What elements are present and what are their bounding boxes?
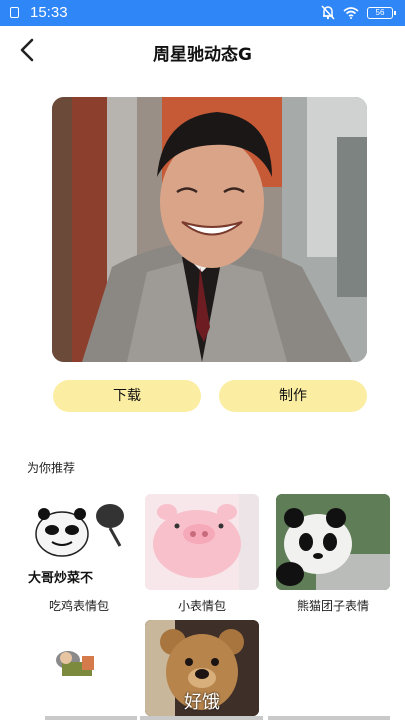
list-item[interactable] xyxy=(145,494,259,590)
download-button[interactable]: 下载 xyxy=(53,380,201,412)
bell-off-icon xyxy=(321,5,335,20)
list-item[interactable]: 大哥炒菜不 xyxy=(22,494,136,590)
meme-text: 大哥炒菜不 xyxy=(28,571,94,586)
pink-pig-image xyxy=(145,494,259,590)
card-caption: 小表情包 xyxy=(177,599,226,613)
sim-icon xyxy=(10,7,19,18)
meme-text: 好饿 xyxy=(184,692,220,713)
divider xyxy=(268,716,390,720)
make-button[interactable]: 制作 xyxy=(219,380,367,412)
page-title: 周星驰动态G xyxy=(153,45,252,65)
wifi-icon xyxy=(343,7,359,19)
status-bar: 15:33 56 xyxy=(0,0,405,26)
card-caption: 熊猫团子表情 xyxy=(296,599,369,613)
battery-icon: 56 xyxy=(367,6,396,19)
list-item[interactable] xyxy=(276,494,390,590)
list-item[interactable] xyxy=(22,620,136,716)
divider xyxy=(140,716,263,720)
cartoon-figure-image xyxy=(56,651,94,676)
app-header: 周星驰动态G xyxy=(0,26,405,76)
card-caption: 吃鸡表情包 xyxy=(48,599,109,613)
gif-preview-image[interactable] xyxy=(52,97,367,362)
divider xyxy=(45,716,137,720)
status-time: 15:33 xyxy=(30,4,68,21)
list-item[interactable]: 好饿 xyxy=(145,620,259,716)
section-title: 为你推荐 xyxy=(27,461,76,475)
laughing-man-image xyxy=(52,97,367,362)
panda-photo-image xyxy=(276,494,390,590)
